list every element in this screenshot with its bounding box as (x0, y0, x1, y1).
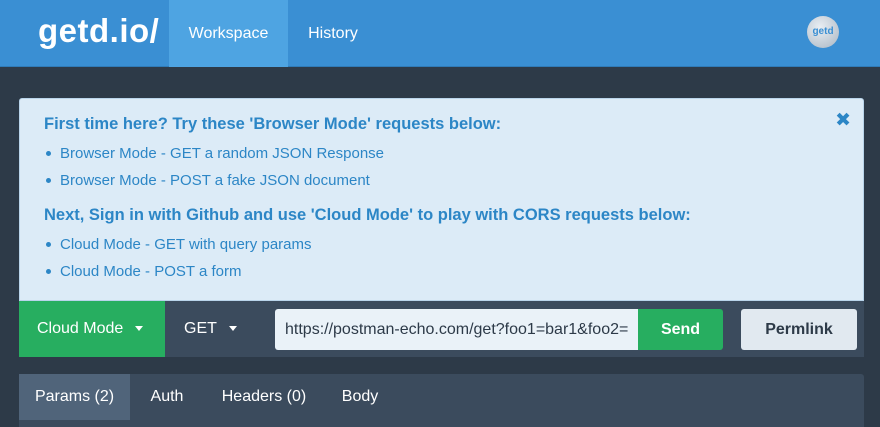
user-avatar[interactable]: getd (807, 16, 839, 48)
alert-heading-browser: First time here? Try these 'Browser Mode… (44, 115, 502, 133)
tab-params[interactable]: Params (2) (19, 374, 130, 420)
send-button[interactable]: Send (638, 309, 723, 350)
method-label: GET (184, 320, 217, 337)
tab-headers[interactable]: Headers (0) (204, 374, 324, 420)
mode-label: Cloud Mode (37, 320, 124, 337)
request-tabs: Params (2) Auth Headers (0) Body (19, 374, 864, 427)
link-cloud-post[interactable]: Cloud Mode - POST a form (44, 258, 839, 285)
mode-dropdown[interactable]: Cloud Mode (19, 301, 165, 357)
alert-heading-cloud: Next, Sign in with Github and use 'Cloud… (44, 206, 691, 224)
top-navbar: getd.io/ Workspace History getd (0, 0, 880, 67)
tab-auth[interactable]: Auth (130, 374, 204, 420)
nav-history[interactable]: History (288, 0, 378, 67)
info-alert: ✖ First time here? Try these 'Browser Mo… (19, 98, 864, 301)
caret-down-icon (135, 326, 144, 332)
link-browser-post[interactable]: Browser Mode - POST a fake JSON document (44, 167, 839, 194)
brand-logo[interactable]: getd.io/ (38, 12, 159, 50)
url-input[interactable] (275, 309, 638, 350)
tab-body[interactable]: Body (324, 374, 396, 420)
method-dropdown[interactable]: GET (165, 301, 261, 357)
link-cloud-get[interactable]: Cloud Mode - GET with query params (44, 231, 839, 258)
browser-mode-links: Browser Mode - GET a random JSON Respons… (44, 140, 839, 194)
permlink-button[interactable]: Permlink (741, 309, 857, 350)
link-browser-get[interactable]: Browser Mode - GET a random JSON Respons… (44, 140, 839, 167)
caret-down-icon (228, 326, 237, 332)
nav-workspace[interactable]: Workspace (169, 0, 288, 67)
close-icon[interactable]: ✖ (835, 109, 851, 132)
cloud-mode-links: Cloud Mode - GET with query params Cloud… (44, 231, 839, 285)
request-bar: Cloud Mode GET Send Permlink (19, 301, 864, 357)
